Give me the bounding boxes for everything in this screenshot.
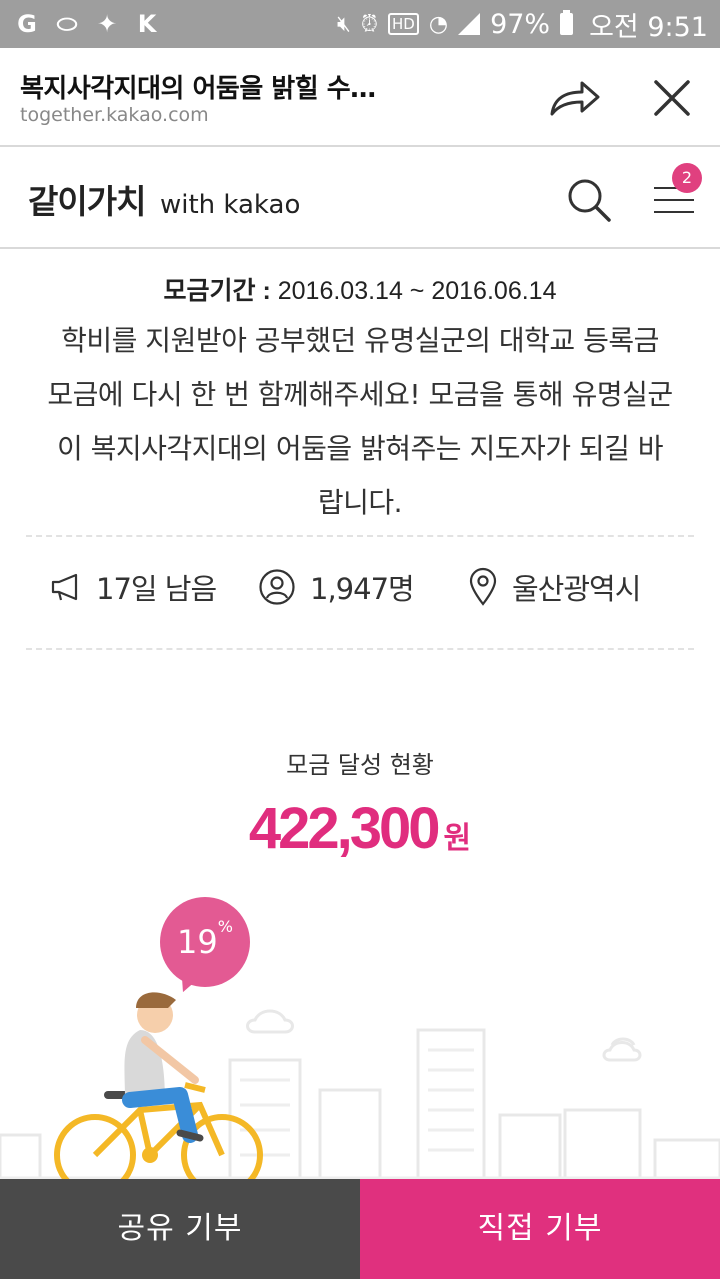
- g-icon: G: [17, 10, 37, 38]
- search-icon[interactable]: [566, 177, 612, 223]
- status-bar: G ⬭ ✦ K 🔇︎ ⏰︎ HD ◔ 97% 오전 9:51: [0, 0, 720, 48]
- share-donate-button[interactable]: 공유 기부: [0, 1179, 360, 1279]
- clock: 오전 9:51: [589, 11, 708, 43]
- progress-illustration: [0, 992, 720, 1180]
- battery-icon: [560, 10, 574, 35]
- k-icon: K: [137, 10, 157, 38]
- location-pin-icon: [469, 567, 497, 606]
- divider: [26, 648, 694, 650]
- progress-percent-bubble: 19%: [160, 897, 250, 987]
- megaphone-icon: [51, 573, 78, 601]
- days-left: 17일 남음: [96, 572, 217, 606]
- period-value: 2016.03.14 ~ 2016.06.14: [277, 277, 557, 305]
- period-label: 모금기간 :: [163, 277, 271, 305]
- page-title: 복지사각지대의 어둠을 밝힐 수…: [20, 74, 376, 104]
- browser-bar: 복지사각지대의 어둠을 밝힐 수… together.kakao.com: [0, 48, 720, 147]
- description-line: 모금에 다시 한 번 함께해주세요! 모금을 통해 유명실군: [47, 378, 673, 411]
- menu-badge: 2: [672, 163, 702, 193]
- alarm-icon: ⏰︎: [360, 11, 379, 37]
- logo-sub: with kakao: [159, 190, 301, 220]
- goal-amount: 422,300 원: [0, 795, 720, 862]
- progress-percent: 19: [177, 923, 218, 961]
- person-icon: [259, 569, 295, 605]
- page-url: together.kakao.com: [20, 104, 209, 126]
- campaign-stats: 17일 남음 1,947명 울산광역시: [0, 566, 720, 614]
- notification-icons: G ⬭ ✦ K: [0, 10, 160, 38]
- mute-icon: 🔇︎: [336, 11, 351, 37]
- site-header: 같이가치 with kakao: [0, 147, 720, 249]
- campaign-description: 학비를 지원받아 공부했던 유명실군의 대학교 등록금 모금에 다시 한 번 함…: [30, 314, 690, 530]
- days-left-stat: 17일 남음: [50, 566, 217, 608]
- amount-value: 422,300: [248, 796, 441, 861]
- goal-label: 모금 달성 현황: [286, 751, 434, 779]
- pill-icon: ⬭: [56, 10, 78, 38]
- participants-count: 1,947명: [310, 572, 415, 606]
- participants-stat: 1,947명: [258, 566, 415, 608]
- description-line: 랍니다.: [317, 486, 403, 519]
- campaign-period: 모금기간 : 2016.03.14 ~ 2016.06.14: [0, 271, 720, 307]
- location-stat: 울산광역시: [468, 566, 641, 608]
- signal-icon: [458, 13, 481, 35]
- amount-unit: 원: [443, 821, 472, 856]
- direct-donate-button[interactable]: 직접 기부: [360, 1179, 720, 1279]
- description-line: 학비를 지원받아 공부했던 유명실군의 대학교 등록금: [61, 324, 659, 357]
- location: 울산광역시: [512, 572, 641, 606]
- logo-main: 같이가치: [28, 182, 146, 221]
- divider: [26, 535, 694, 537]
- percent-sign: %: [217, 917, 233, 936]
- wifi-icon: ◔: [428, 11, 449, 37]
- share-icon[interactable]: [548, 78, 602, 118]
- close-icon[interactable]: [650, 76, 694, 120]
- system-icons: 🔇︎ ⏰︎ HD ◔ 97% 오전 9:51: [337, 0, 708, 48]
- description-line: 이 복지사각지대의 어둠을 밝혀주는 지도자가 되길 바: [56, 432, 664, 465]
- twitter-icon: ✦: [96, 10, 118, 38]
- site-logo[interactable]: 같이가치 with kakao: [28, 175, 300, 223]
- battery-percent: 97%: [490, 8, 551, 40]
- hd-icon: HD: [388, 13, 419, 35]
